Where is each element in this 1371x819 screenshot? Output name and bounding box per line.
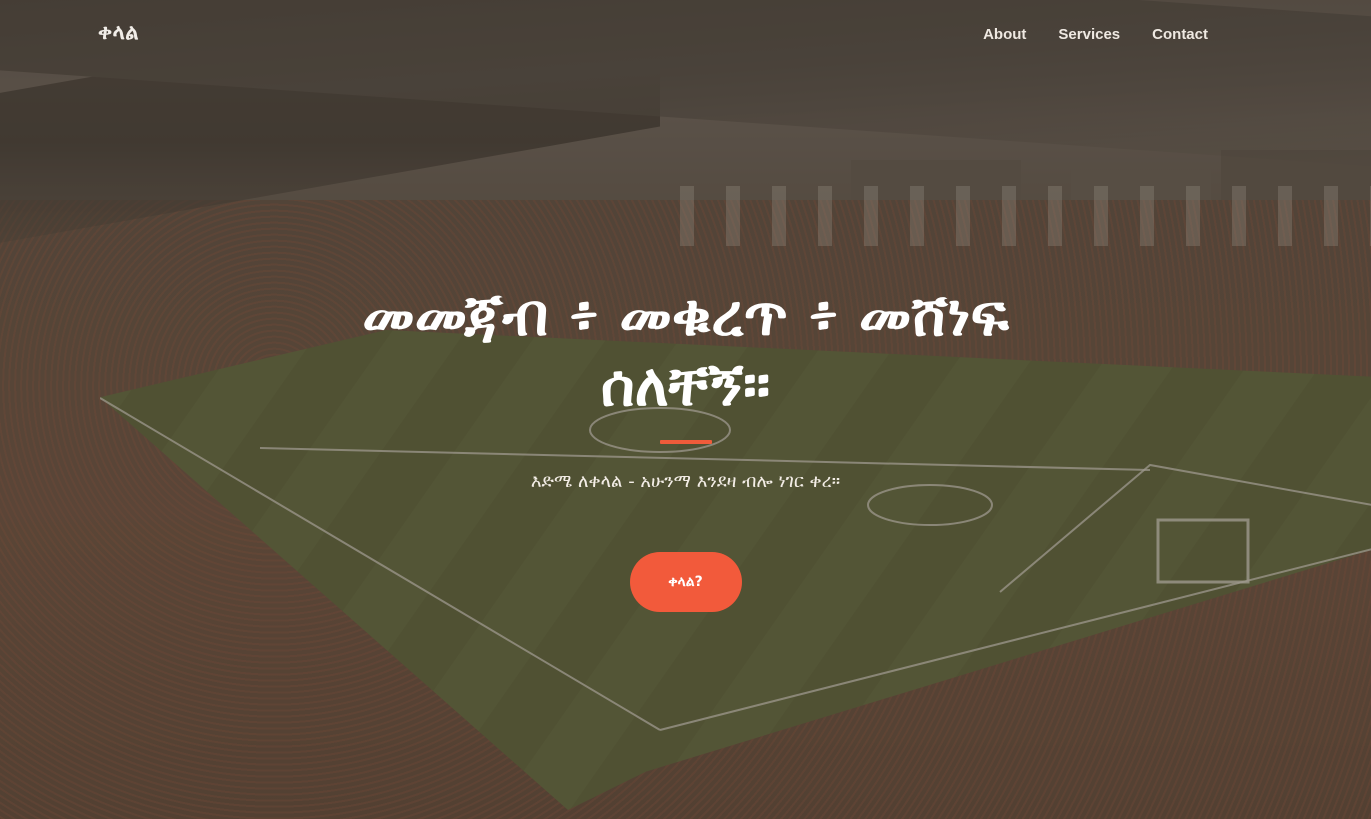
- hero-subtitle: እድሜ ለቀላል - አሁንማ እንደዛ ብሎ ነገር ቀረ።: [530, 471, 841, 492]
- nav-link-services[interactable]: Services: [1058, 26, 1120, 43]
- nav-link-contact[interactable]: Contact: [1152, 26, 1208, 43]
- nav-item-about: About: [983, 24, 1026, 43]
- cta-button[interactable]: ቀላል?: [629, 552, 742, 612]
- top-navbar: ቀላል About Services Contact: [0, 0, 1371, 68]
- brand-logo-link[interactable]: ቀላል: [98, 20, 139, 45]
- hero-section: መመጃብ ፥ መቁረጥ ፥ መሸነፍ ሰለቸኝ። እድሜ ለቀላል - አሁንማ…: [0, 280, 1371, 612]
- nav-item-services: Services: [1058, 24, 1120, 43]
- hero-divider: [659, 440, 712, 444]
- hero-title: መመጃብ ፥ መቁረጥ ፥ መሸነፍ ሰለቸኝ።: [362, 281, 1009, 419]
- nav-menu: About Services Contact: [983, 24, 1208, 43]
- nav-link-about[interactable]: About: [983, 26, 1026, 43]
- nav-item-contact: Contact: [1152, 24, 1208, 43]
